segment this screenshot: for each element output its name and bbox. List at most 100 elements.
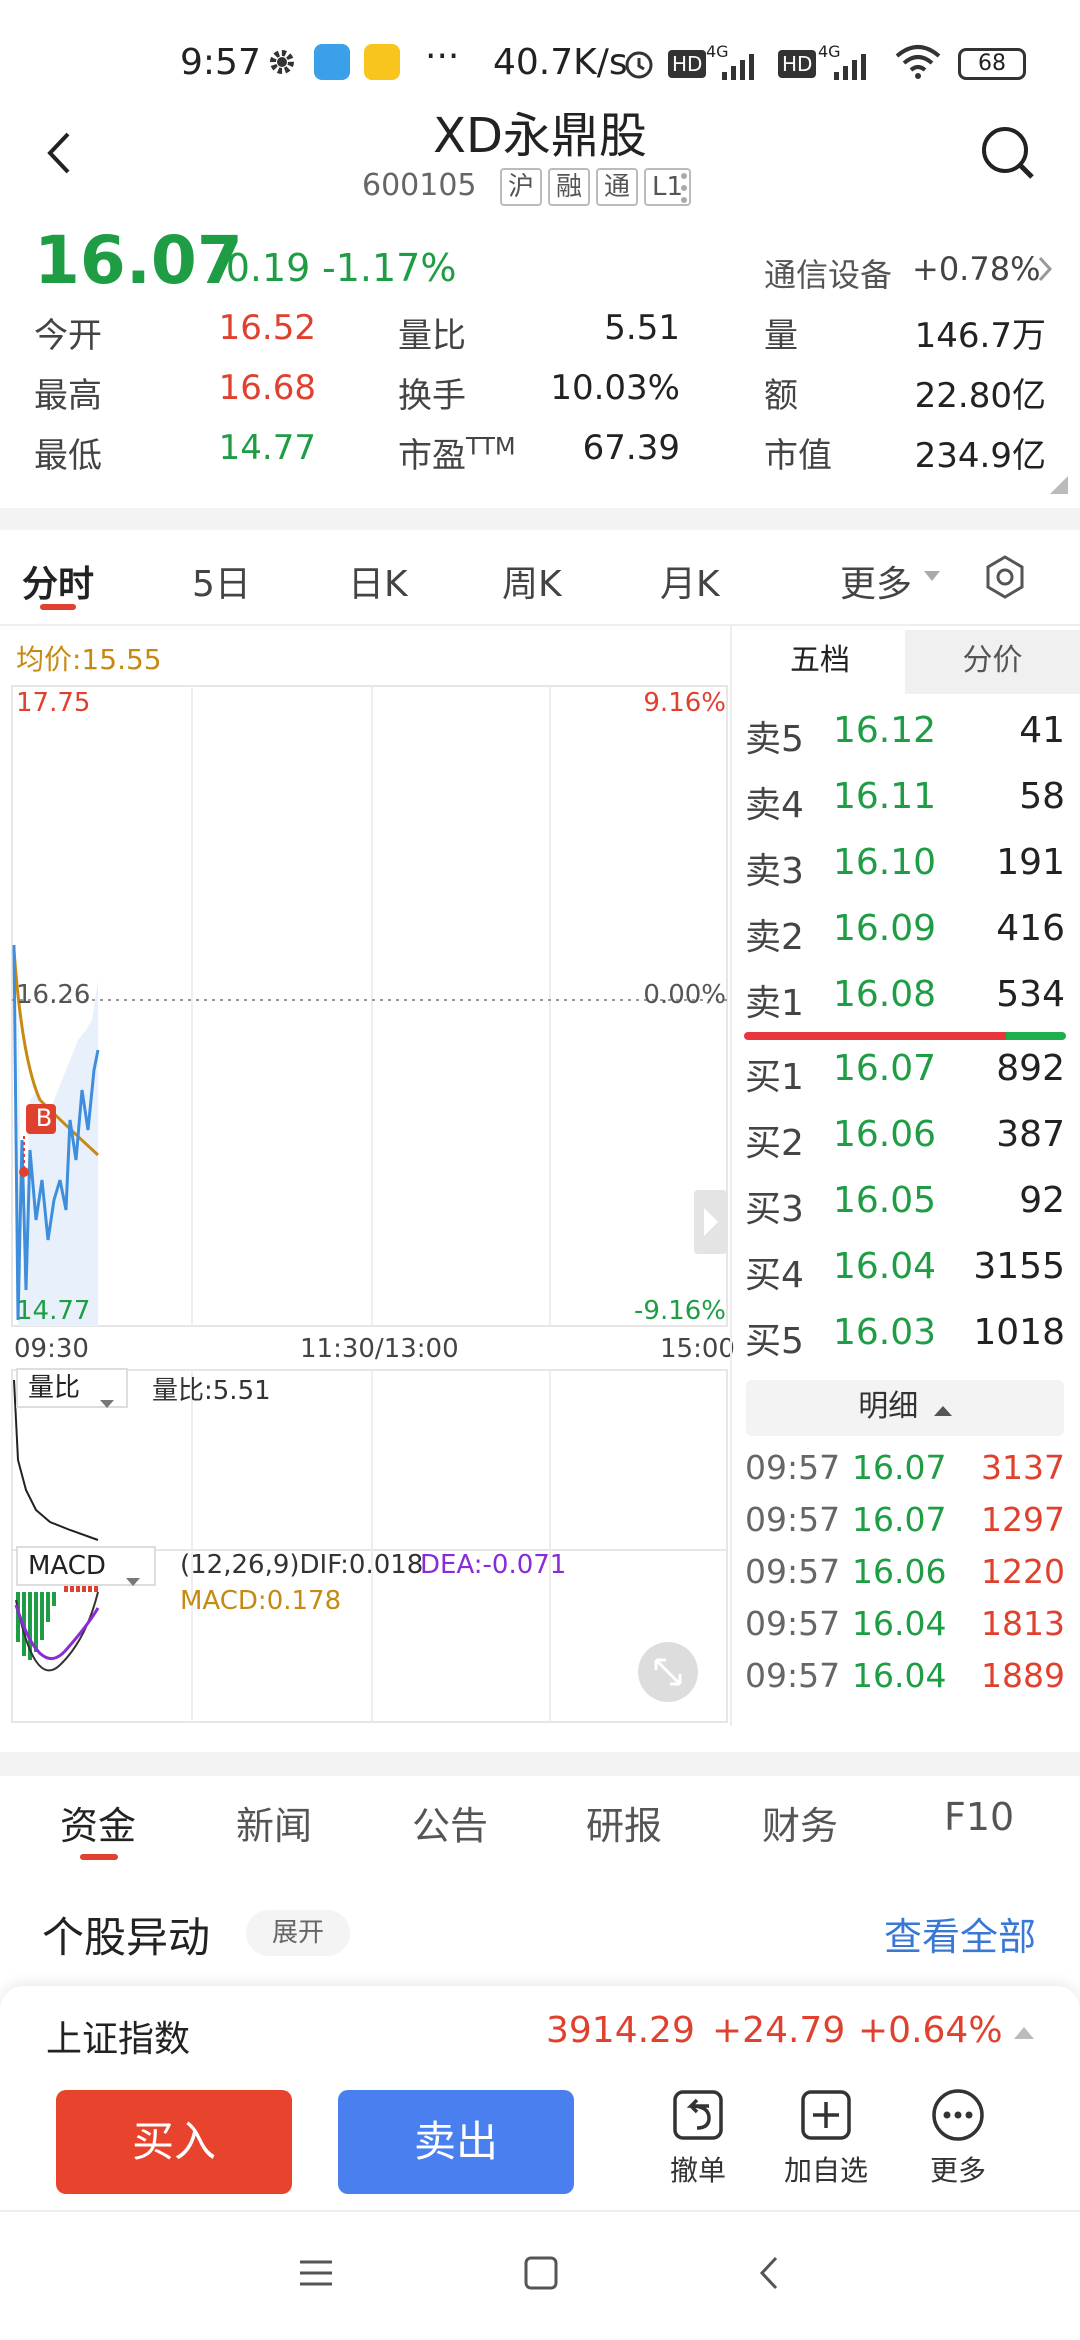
buy-marker[interactable]: B [30,1104,58,1132]
tab-five-levels[interactable]: 五档 [735,630,905,694]
tab-weekly-k[interactable]: 周K [502,555,562,607]
bid-label: 买2 [745,1123,804,1164]
quote-label: 市值 [764,436,832,476]
tick-volume: 1297 [981,1500,1065,1539]
price-change: -0.19 [212,246,311,290]
dropdown-arrow-icon [126,1562,140,1586]
macd-selector-label: MACD [28,1551,106,1581]
tab-daily-k[interactable]: 日K [348,555,408,607]
app-notification-icon [314,44,350,80]
tick-price: 16.06 [852,1552,947,1591]
market-tag: 沪 [500,168,543,206]
volume-indicator-selector[interactable]: 量比 [16,1368,128,1408]
tick-volume: 1220 [981,1552,1065,1591]
ask-bid-ratio-bar-sell [744,1032,1006,1040]
quote-label: 量比 [398,316,466,356]
wifi-icon [893,44,943,80]
quote-value: 10.03% [550,368,680,408]
hd-badge-1: HD [668,50,707,78]
quote-value: 5.51 [604,308,680,348]
ask-row: 卖3 16.10 191 [745,842,1065,908]
cancel-order-button[interactable]: 撤单 [658,2088,738,2189]
tick-volume: 1889 [981,1656,1065,1695]
chevron-up-icon[interactable] [1014,2024,1034,2039]
bid-row: 买1 16.07 892 [745,1048,1065,1114]
sector-change[interactable]: +0.78% [912,250,1040,288]
cancel-order-label: 撤单 [669,2154,726,2187]
buy-button[interactable]: 买入 [56,2090,292,2194]
alarm-icon [622,46,656,80]
more-icon [932,2089,984,2141]
macd-indicator-selector[interactable]: MACD [16,1546,156,1586]
expand-button[interactable]: 展开 [246,1910,350,1956]
bid-label: 买4 [745,1255,804,1296]
dropdown-arrow-icon [100,1384,114,1408]
settings-icon [266,46,298,78]
chevron-right-icon[interactable] [1036,254,1056,284]
ask-label: 卖4 [745,785,804,826]
dropdown-arrow-icon[interactable] [924,568,940,581]
quote-row: 今开 16.52 量比 5.51 量 146.7万 [0,308,1080,358]
more-vertical-icon[interactable] [680,170,688,206]
tab-price-distribution[interactable]: 分价 [905,630,1080,694]
tab-funds[interactable]: 资金 [60,1795,136,1850]
meituan-icon [364,44,400,80]
quote-value: 234.9亿 [914,436,1046,476]
tab-announcements[interactable]: 公告 [412,1795,488,1850]
corner-expand-icon[interactable] [1050,476,1068,494]
tab-5day[interactable]: 5日 [192,555,251,607]
page-title: XD永鼎股 [433,108,647,164]
index-name[interactable]: 上证指数 [46,2010,190,2062]
chart-settings-icon[interactable] [982,554,1028,600]
tab-f10[interactable]: F10 [944,1795,1014,1839]
search-icon[interactable] [980,125,1036,181]
bid-price: 16.07 [833,1048,937,1089]
view-all-link[interactable]: 查看全部 [884,1906,1036,1961]
status-time: 9:57 [180,42,261,83]
bid-volume: 1018 [973,1312,1065,1353]
tick-price: 16.07 [852,1448,947,1487]
ask-label: 卖5 [745,719,804,760]
trade-tick-row: 09:57 16.04 1889 [745,1656,1065,1708]
tab-research[interactable]: 研报 [586,1795,662,1850]
add-watchlist-button[interactable]: 加自选 [776,2088,876,2189]
ask-row: 卖4 16.11 58 [745,776,1065,842]
trade-tick-row: 09:57 16.06 1220 [745,1552,1065,1604]
sector-name[interactable]: 通信设备 [764,250,892,296]
bid-price: 16.04 [833,1246,937,1287]
y-axis-bottom: 14.77 [16,1296,91,1326]
bid-row: 买5 16.03 1018 [745,1312,1065,1378]
y-axis-top: 17.75 [16,688,91,718]
bid-label: 买3 [745,1189,804,1230]
home-icon[interactable] [522,2254,560,2292]
hd-badge-2: HD [778,50,817,78]
detail-label: 明细 [858,1389,919,1424]
signal-icon-2 [832,52,872,80]
tab-monthly-k[interactable]: 月K [660,555,720,607]
bid-volume: 387 [996,1114,1065,1155]
tick-price: 16.04 [852,1604,947,1643]
bid-price: 16.05 [833,1180,937,1221]
quote-value: 16.68 [218,368,316,408]
trade-tick-row: 09:57 16.04 1813 [745,1604,1065,1656]
sell-button[interactable]: 卖出 [338,2090,574,2194]
detail-toggle[interactable]: 明细 [746,1380,1064,1436]
tick-price: 16.07 [852,1500,947,1539]
market-tag: 融 [548,168,591,206]
avg-price-label: 均价:15.55 [16,643,162,676]
ask-volume: 534 [996,974,1065,1015]
macd-dea: DEA:-0.071 [420,1550,567,1580]
more-actions-button[interactable]: 更多 [918,2088,998,2189]
tab-intraday[interactable]: 分时 [22,555,94,607]
macd-value: MACD:0.178 [180,1586,342,1616]
quote-value: 146.7万 [914,316,1046,356]
tab-news[interactable]: 新闻 [236,1795,312,1850]
system-back-icon[interactable] [754,2254,784,2292]
quote-label: 市盈TTM [398,428,516,477]
net-speed: 40.7K/s [493,42,628,83]
recent-apps-icon[interactable] [296,2256,336,2290]
divider [0,2210,1080,2212]
tab-financials[interactable]: 财务 [762,1795,838,1850]
tab-more[interactable]: 更多 [840,555,912,607]
ask-volume: 191 [996,842,1065,883]
